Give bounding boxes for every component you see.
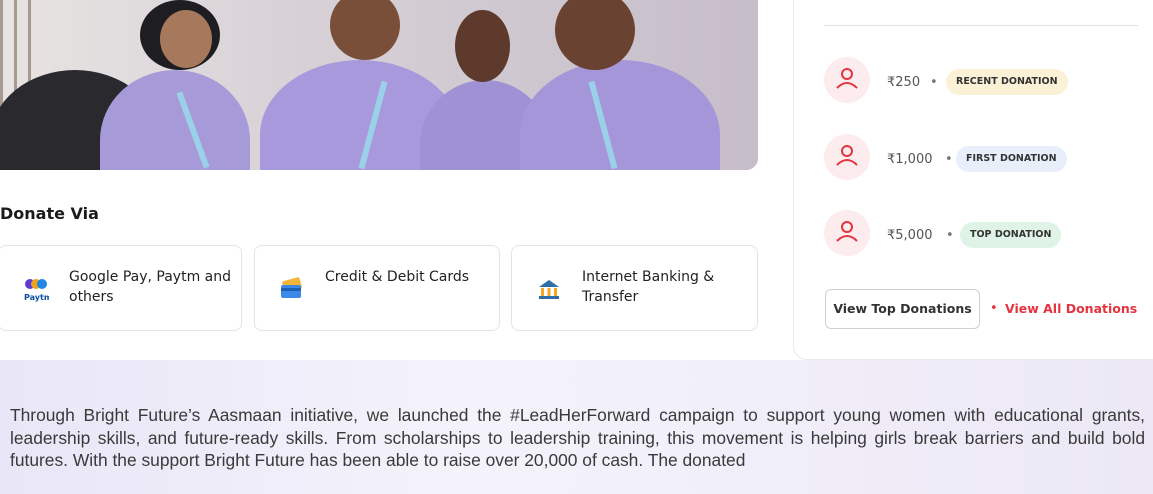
donor-avatar	[824, 134, 870, 180]
separator-dot: •	[930, 75, 938, 90]
campaign-hero-image	[0, 0, 758, 170]
payment-method-label: Credit & Debit Cards	[325, 269, 470, 285]
recent-donation-badge: RECENT DONATION	[946, 69, 1068, 95]
payment-method-netbanking[interactable]: Internet Banking & Transfer	[511, 245, 758, 331]
donation-amount: ₹1,000	[887, 152, 933, 167]
payment-method-label: Google Pay, Paytm and others	[69, 269, 231, 305]
svg-text:Paytm: Paytm	[24, 293, 49, 302]
separator-dot: •	[946, 228, 954, 243]
view-top-donations-button[interactable]: View Top Donations	[825, 289, 980, 329]
payment-method-upi[interactable]: Paytm Google Pay, Paytm and others	[0, 245, 242, 331]
top-donation-badge: TOP DONATION	[960, 222, 1062, 248]
separator-dot: •	[945, 152, 953, 167]
separator-dot: •	[990, 301, 998, 316]
first-donation-badge: FIRST DONATION	[956, 146, 1067, 172]
campaign-story-text: Through Bright Future’s Aasmaan initiati…	[10, 405, 1145, 470]
credit-card-icon	[279, 276, 305, 302]
payment-method-label: Internet Banking & Transfer	[582, 269, 715, 305]
donation-item: ₹1,000 • FIRST DONATION	[824, 134, 1144, 180]
view-all-donations-link[interactable]: View All Donations	[1005, 301, 1137, 316]
donor-avatar	[824, 210, 870, 256]
donation-amount: ₹5,000	[887, 228, 933, 243]
donation-amount: ₹250	[887, 75, 921, 90]
donate-via-heading: Donate Via	[0, 204, 99, 223]
divider	[824, 25, 1138, 26]
donor-avatar	[824, 57, 870, 103]
bank-icon	[536, 276, 562, 302]
upi-paytm-icon: Paytm	[23, 276, 52, 302]
donation-item: ₹250 • RECENT DONATION	[824, 57, 1144, 103]
donation-item: ₹5,000 • TOP DONATION	[824, 210, 1144, 256]
payment-method-card[interactable]: Credit & Debit Cards	[254, 245, 500, 331]
